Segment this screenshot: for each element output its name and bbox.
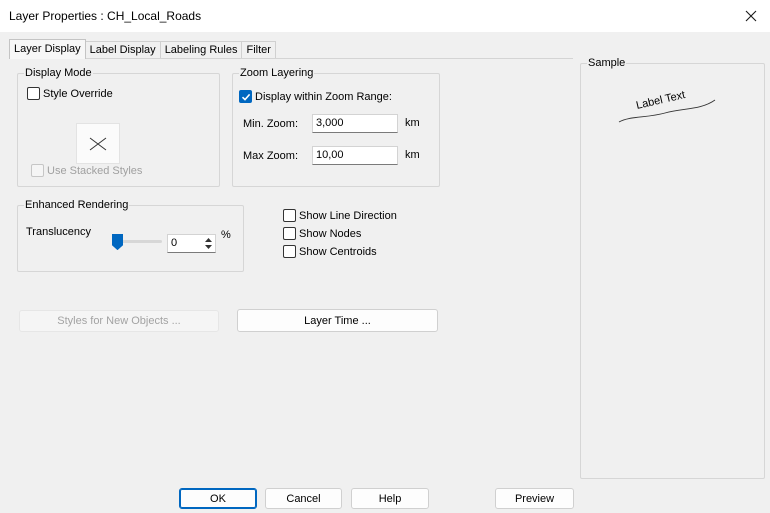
window-title: Layer Properties : CH_Local_Roads bbox=[9, 9, 202, 23]
close-icon bbox=[745, 10, 757, 22]
zoom-layering-title: Zoom Layering bbox=[239, 67, 315, 80]
display-mode-title: Display Mode bbox=[24, 67, 93, 80]
triangle-up-icon bbox=[204, 237, 212, 242]
spin-down-button[interactable] bbox=[202, 244, 214, 252]
translucency-unit: % bbox=[221, 229, 231, 241]
translucency-label: Translucency bbox=[26, 226, 92, 238]
enhanced-rendering-title: Enhanced Rendering bbox=[24, 199, 130, 212]
show-nodes-label: Show Nodes bbox=[299, 227, 362, 240]
show-line-direction-label: Show Line Direction bbox=[299, 209, 397, 222]
tab-label-display[interactable]: Label Display bbox=[84, 41, 161, 59]
tab-filter[interactable]: Filter bbox=[241, 41, 276, 59]
layer-display-panel: Display Mode Style Override Use Stacked … bbox=[9, 58, 573, 481]
display-within-zoom-checkbox[interactable]: Display within Zoom Range: bbox=[239, 90, 392, 103]
tab-labeling-rules[interactable]: Labeling Rules bbox=[159, 41, 243, 59]
translucency-value: 0 bbox=[171, 237, 178, 249]
display-within-zoom-label: Display within Zoom Range: bbox=[255, 90, 392, 103]
sample-preview: Label Text bbox=[617, 88, 717, 131]
triangle-down-icon bbox=[204, 245, 212, 250]
translucency-spinbox[interactable]: 0 bbox=[167, 234, 216, 253]
max-zoom-label: Max Zoom: bbox=[243, 150, 299, 162]
zoom-layering-group: Zoom Layering Display within Zoom Range:… bbox=[232, 67, 440, 187]
styles-for-new-objects-button[interactable]: Styles for New Objects ... bbox=[19, 310, 219, 332]
ok-button[interactable]: OK bbox=[179, 488, 257, 509]
show-centroids-checkbox[interactable]: Show Centroids bbox=[283, 245, 377, 258]
layer-time-button[interactable]: Layer Time ... bbox=[237, 309, 438, 332]
sample-group: Sample Label Text bbox=[580, 57, 765, 479]
style-override-label: Style Override bbox=[43, 87, 113, 100]
checkbox-box bbox=[283, 227, 296, 240]
preview-button[interactable]: Preview bbox=[495, 488, 574, 509]
show-centroids-label: Show Centroids bbox=[299, 245, 377, 258]
cancel-button[interactable]: Cancel bbox=[265, 488, 342, 509]
checkmark-icon bbox=[241, 93, 250, 101]
checkbox-box bbox=[27, 87, 40, 100]
close-button[interactable] bbox=[738, 3, 764, 29]
use-stacked-styles-checkbox[interactable]: Use Stacked Styles bbox=[31, 164, 142, 177]
translucency-slider-thumb[interactable] bbox=[112, 234, 123, 250]
sample-title: Sample bbox=[587, 57, 627, 70]
use-stacked-styles-label: Use Stacked Styles bbox=[47, 164, 143, 177]
enhanced-rendering-group: Enhanced Rendering Translucency 0 % bbox=[17, 199, 244, 272]
max-zoom-input[interactable]: 10,00 bbox=[312, 146, 398, 165]
style-override-checkbox[interactable]: Style Override bbox=[27, 87, 113, 100]
show-nodes-checkbox[interactable]: Show Nodes bbox=[283, 227, 361, 240]
sample-label-text: Label Text bbox=[635, 89, 686, 112]
checkbox-box bbox=[283, 245, 296, 258]
min-zoom-label: Min. Zoom: bbox=[243, 118, 299, 130]
slider-thumb-icon bbox=[112, 234, 123, 250]
min-zoom-unit: km bbox=[405, 117, 420, 129]
tab-layer-display[interactable]: Layer Display bbox=[9, 39, 86, 59]
max-zoom-unit: km bbox=[405, 149, 420, 161]
line-style-icon bbox=[89, 137, 107, 150]
min-zoom-input[interactable]: 3,000 bbox=[312, 114, 398, 133]
spin-buttons bbox=[202, 236, 214, 251]
spin-up-button[interactable] bbox=[202, 236, 214, 244]
display-mode-group: Display Mode Style Override Use Stacked … bbox=[17, 67, 220, 187]
style-preview-button[interactable] bbox=[76, 123, 120, 164]
show-line-direction-checkbox[interactable]: Show Line Direction bbox=[283, 209, 397, 222]
help-button[interactable]: Help bbox=[351, 488, 429, 509]
sample-label-graphic: Label Text bbox=[618, 89, 716, 123]
min-zoom-value: 3,000 bbox=[316, 117, 344, 129]
max-zoom-value: 10,00 bbox=[316, 149, 344, 161]
checkbox-box bbox=[31, 164, 44, 177]
tab-bar: Layer Display Label Display Labeling Rul… bbox=[9, 39, 276, 59]
checkbox-box bbox=[239, 90, 252, 103]
title-bar: Layer Properties : CH_Local_Roads bbox=[0, 0, 770, 32]
checkbox-box bbox=[283, 209, 296, 222]
